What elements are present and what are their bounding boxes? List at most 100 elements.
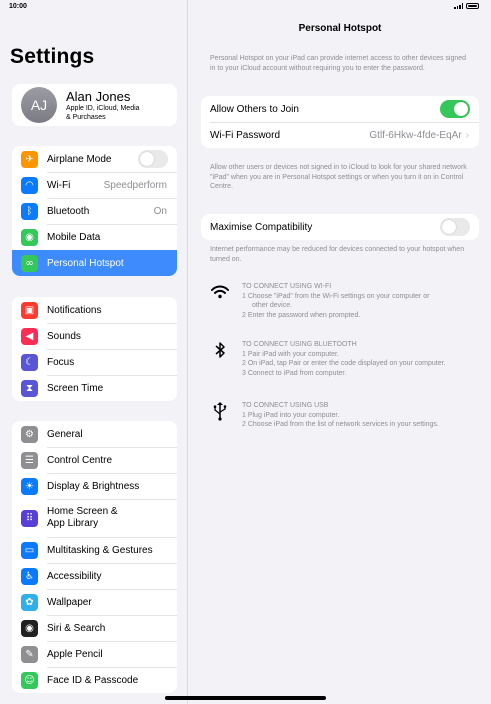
- sidebar-group-notifications: ▣ Notifications ◀ Sounds ☾ Focus ⧗ Screen Time: [12, 297, 177, 401]
- sidebar-item-value: Speedperform: [103, 179, 167, 191]
- allow-others-note: Allow other users or devices not signed …: [210, 164, 467, 190]
- bluetooth-step-2: 2 On iPad, tap Pair or enter the code di…: [242, 360, 446, 367]
- bluetooth-icon: [210, 340, 230, 360]
- profile-name: Alan Jones: [66, 88, 131, 104]
- sidebar-item-display-brightness[interactable]: ☀ Display & Brightness: [12, 473, 177, 499]
- bluetooth-step-1: 1 Pair iPad with your computer.: [242, 350, 339, 358]
- profile-subtitle-2: & Purchases: [66, 113, 106, 121]
- wifi-password-row[interactable]: Wi-Fi Password Gtlf-6Hkw-4fde-EqAr ›: [201, 122, 479, 148]
- sun-icon: ☀: [21, 477, 38, 495]
- sidebar-title: Settings: [10, 45, 95, 68]
- sidebar-item-label: Focus: [47, 356, 75, 368]
- maximise-note: Internet performance may be reduced for …: [210, 246, 465, 263]
- allow-others-label: Allow Others to Join: [210, 103, 299, 115]
- usb-step-1: 1 Plug iPad into your computer.: [242, 411, 340, 419]
- sidebar-item-accessibility[interactable]: ♿ Accessibility: [12, 563, 177, 589]
- usb-step-2: 2 Choose iPad from the list of network s…: [242, 421, 439, 428]
- hotspot-icon: ∞: [21, 254, 38, 272]
- connect-wifi-section: TO CONNECT USING WI-FI 1 Choose "iPad" f…: [210, 282, 480, 320]
- airplane-mode-toggle[interactable]: [138, 150, 168, 168]
- bluetooth-icon: ᛒ: [21, 202, 38, 220]
- sidebar-item-label: Display & Brightness: [47, 480, 140, 492]
- accessibility-icon: ♿: [21, 567, 38, 585]
- sidebar-item-label: General: [47, 428, 83, 440]
- sidebar-item-wallpaper[interactable]: ✿ Wallpaper: [12, 589, 177, 615]
- wifi-icon: ◠: [21, 176, 38, 194]
- chevron-right-icon: ›: [465, 129, 469, 141]
- gear-icon: ⚙: [21, 425, 38, 443]
- sidebar-item-label: Wallpaper: [47, 596, 92, 608]
- siri-icon: ◉: [21, 619, 38, 637]
- sidebar-item-label: Siri & Search: [47, 622, 106, 634]
- sidebar-item-notifications[interactable]: ▣ Notifications: [12, 297, 177, 323]
- speaker-icon: ◀: [21, 327, 38, 345]
- maximise-compatibility-row: Maximise Compatibility: [201, 214, 479, 240]
- wifi-heading: TO CONNECT USING WI-FI: [242, 283, 332, 290]
- sidebar-item-label: Sounds: [47, 330, 81, 342]
- sidebar-item-label: Multitasking & Gestures: [47, 544, 153, 556]
- sidebar-item-wi-fi[interactable]: ◠ Wi-Fi Speedperform: [12, 172, 177, 198]
- home-indicator[interactable]: [165, 696, 326, 700]
- sidebar-item-label: Wi-Fi: [47, 179, 71, 191]
- multitask-icon: ▭: [21, 541, 38, 559]
- profile-text: Alan Jones Apple ID, iCloud, Media & Pur…: [66, 89, 140, 122]
- sidebar-item-multitasking-gestures[interactable]: ▭ Multitasking & Gestures: [12, 537, 177, 563]
- sidebar-item-label: Accessibility: [47, 570, 102, 582]
- sidebar-item-bluetooth[interactable]: ᛒ Bluetooth On: [12, 198, 177, 224]
- pencil-icon: ✎: [21, 645, 38, 663]
- usb-icon: [210, 401, 230, 421]
- sidebar-item-focus[interactable]: ☾ Focus: [12, 349, 177, 375]
- sidebar-item-mobile-data[interactable]: ◉ Mobile Data: [12, 224, 177, 250]
- sidebar-item-airplane-mode[interactable]: ✈ Airplane Mode: [12, 146, 177, 172]
- sidebar-item-apple-pencil[interactable]: ✎ Apple Pencil: [12, 641, 177, 667]
- moon-icon: ☾: [21, 353, 38, 371]
- sidebar-item-label: Screen Time: [47, 382, 104, 394]
- settings-sidebar: Settings AJ Alan Jones Apple ID, iCloud,…: [0, 0, 188, 704]
- sidebar-item-sounds[interactable]: ◀ Sounds: [12, 323, 177, 349]
- sidebar-item-label: Face ID & Passcode: [47, 674, 139, 686]
- flower-icon: ✿: [21, 593, 38, 611]
- sidebar-item-general[interactable]: ⚙ General: [12, 421, 177, 447]
- airplane-icon: ✈: [21, 150, 38, 168]
- grid-icon: ⠿: [21, 509, 38, 527]
- faceid-icon: ☺: [21, 671, 38, 689]
- sidebar-group-general: ⚙ General ☰ Control Centre ☀ Display & Bright…: [12, 421, 177, 693]
- hotspot-settings-card: Allow Others to Join Wi-Fi Password Gtlf…: [201, 96, 479, 148]
- sidebar-item-value: On: [153, 205, 167, 217]
- wifi-step-1-cont: other device.: [252, 302, 293, 309]
- switches-icon: ☰: [21, 451, 38, 469]
- sidebar-item-label: Bluetooth: [47, 205, 90, 217]
- sidebar-item-home-screen-app-library[interactable]: ⠿ Home Screen & App Library: [12, 499, 177, 537]
- wifi-icon: [210, 282, 230, 302]
- apple-id-profile[interactable]: AJ Alan Jones Apple ID, iCloud, Media & …: [12, 84, 177, 126]
- wifi-step-2: 2 Enter the password when prompted.: [242, 311, 361, 319]
- sidebar-item-label: Apple Pencil: [47, 648, 103, 660]
- sidebar-item-personal-hotspot[interactable]: ∞ Personal Hotspot: [12, 250, 177, 276]
- sidebar-item-label: Personal Hotspot: [47, 257, 124, 269]
- personal-hotspot-pane: Personal Hotspot Personal Hotspot on you…: [189, 0, 491, 704]
- connect-bluetooth-section: TO CONNECT USING BLUETOOTH 1 Pair iPad w…: [210, 340, 480, 378]
- sidebar-item-screen-time[interactable]: ⧗ Screen Time: [12, 375, 177, 401]
- sidebar-item-face-id-passcode[interactable]: ☺ Face ID & Passcode: [12, 667, 177, 693]
- connect-usb-section: TO CONNECT USING USB 1 Plug iPad into yo…: [210, 401, 480, 430]
- sidebar-item-label: Notifications: [47, 304, 102, 316]
- bell-icon: ▣: [21, 301, 38, 319]
- hourglass-icon: ⧗: [21, 379, 38, 397]
- antenna-icon: ◉: [21, 228, 38, 246]
- compatibility-card: Maximise Compatibility: [201, 214, 479, 240]
- allow-others-row: Allow Others to Join: [201, 96, 479, 122]
- sidebar-item-siri-search[interactable]: ◉ Siri & Search: [12, 615, 177, 641]
- maximise-compatibility-label: Maximise Compatibility: [210, 221, 313, 233]
- profile-subtitle-1: Apple ID, iCloud, Media: [66, 104, 140, 112]
- wifi-password-value: Gtlf-6Hkw-4fde-EqAr: [369, 129, 462, 141]
- sidebar-item-label-line-1: Home Screen &: [47, 506, 118, 517]
- usb-heading: TO CONNECT USING USB: [242, 402, 329, 409]
- sidebar-group-connectivity: ✈ Airplane Mode ◠ Wi-Fi Speedperform ᛒ Bluetoo…: [12, 146, 177, 276]
- maximise-compatibility-toggle[interactable]: [440, 218, 470, 236]
- intro-note: Personal Hotspot on your iPad can provid…: [210, 55, 467, 72]
- sidebar-item-label: Home Screen & App Library: [47, 506, 177, 530]
- page-title: Personal Hotspot: [298, 23, 382, 34]
- sidebar-item-control-centre[interactable]: ☰ Control Centre: [12, 447, 177, 473]
- allow-others-toggle[interactable]: [440, 100, 470, 118]
- sidebar-item-label: Control Centre: [47, 454, 113, 466]
